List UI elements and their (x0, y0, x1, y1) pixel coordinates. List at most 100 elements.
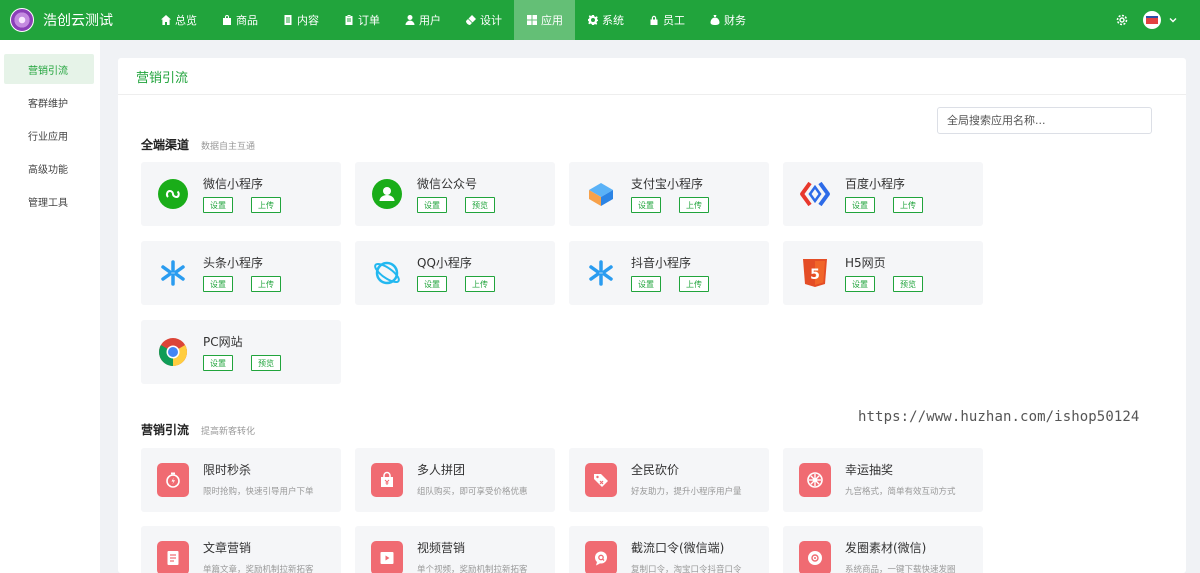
app-card-toutiao-miniprogram[interactable]: 头条小程序 设置 上传 (141, 241, 341, 305)
clipboard-icon (345, 15, 353, 25)
app-card-alipay-miniprogram[interactable]: 支付宝小程序 设置 上传 (569, 162, 769, 226)
nav-item-design[interactable]: 设计 (453, 0, 514, 40)
app-card-qq-miniprogram[interactable]: QQ小程序 设置 上传 (355, 241, 555, 305)
card-name: 文章营销 (203, 541, 252, 555)
preview-button[interactable]: 预览 (465, 197, 495, 213)
card-name: 截流口令(微信端) (631, 541, 725, 555)
nav-label: 财务 (724, 14, 746, 27)
card-name: 头条小程序 (203, 256, 264, 270)
nav-label: 用户 (419, 14, 441, 27)
settings-button[interactable]: 设置 (417, 276, 447, 292)
marketing-card-video[interactable]: 视频营销 单个视频，奖励机制拉新拓客 (355, 526, 555, 573)
marketing-card-lottery[interactable]: 幸运抽奖 九宫格式，简单有效互动方式 (783, 448, 983, 512)
marketing-card-material[interactable]: 发圈素材(微信) 系统商品，一键下载快速发圈 (783, 526, 983, 573)
settings-button[interactable]: 设置 (631, 197, 661, 213)
nav-item-orders[interactable]: 订单 (331, 0, 392, 40)
chrome-icon (157, 336, 189, 368)
card-name: QQ小程序 (417, 256, 472, 270)
marketing-card-article[interactable]: 文章营销 单篇文章，奖励机制拉新拓客 (141, 526, 341, 573)
card-name: 视频营销 (417, 541, 466, 555)
app-card-douyin-miniprogram[interactable]: 抖音小程序 设置 上传 (569, 241, 769, 305)
app-card-pc-website[interactable]: PC网站 设置 预览 (141, 320, 341, 384)
upload-button[interactable]: 上传 (251, 197, 281, 213)
qq-miniprogram-icon (371, 257, 403, 289)
settings-button[interactable]: 设置 (631, 276, 661, 292)
lock-icon (650, 15, 658, 25)
password-icon (585, 541, 617, 573)
nav-item-content[interactable]: 内容 (270, 0, 331, 40)
marketing-card-flash-sale[interactable]: 限时秒杀 限时抢购，快速引导用户下单 (141, 448, 341, 512)
wechat-miniprogram-icon (157, 178, 189, 210)
preview-button[interactable]: 预览 (893, 276, 923, 292)
nav-label: 内容 (297, 14, 319, 27)
upload-button[interactable]: 上传 (465, 276, 495, 292)
gear-icon (588, 15, 598, 25)
marketing-card-bargain[interactable]: 全民砍价 好友助力，提升小程序用户量 (569, 448, 769, 512)
nav-label: 总览 (175, 14, 197, 27)
card-name: 幸运抽奖 (845, 463, 894, 477)
settings-button[interactable]: 设置 (203, 355, 233, 371)
price-tag-icon (585, 463, 617, 497)
upload-button[interactable]: 上传 (679, 276, 709, 292)
nav-label: 应用 (541, 14, 563, 27)
settings-button[interactable]: 设置 (203, 276, 233, 292)
brand[interactable]: 浩创云测试 (10, 6, 113, 34)
upload-button[interactable]: 上传 (251, 276, 281, 292)
marketing-card-group-buy[interactable]: 多人拼团 组队购买，即可享受价格优惠 (355, 448, 555, 512)
app-name: 浩创云测试 (43, 13, 113, 29)
sidebar-item-industry-apps[interactable]: 行业应用 (4, 120, 94, 150)
card-name: 微信公众号 (417, 177, 478, 191)
nav-item-apps[interactable]: 应用 (514, 0, 575, 40)
grid-icon (527, 15, 537, 25)
card-desc: 单篇文章，奖励机制拉新拓客 (203, 565, 314, 573)
user-avatar[interactable] (1143, 11, 1161, 29)
settings-button[interactable]: 设置 (845, 197, 875, 213)
card-name: 限时秒杀 (203, 463, 252, 477)
main-panel: 营销引流 全端渠道 数据自主互通 微信小程序 设置 上传 微信公众号 设置 预览… (118, 58, 1186, 573)
marketing-card-password[interactable]: 截流口令(微信端) 复制口令，淘宝口令抖音口令 (569, 526, 769, 573)
nav-item-staff[interactable]: 员工 (636, 0, 697, 40)
lottery-icon (799, 463, 831, 497)
card-name: PC网站 (203, 335, 243, 349)
wechat-official-account-icon (371, 178, 403, 210)
app-card-wechat-official-account[interactable]: 微信公众号 设置 预览 (355, 162, 555, 226)
settings-gear-icon[interactable] (1115, 13, 1129, 27)
sidebar-item-marketing[interactable]: 营销引流 (4, 54, 94, 84)
chevron-down-icon[interactable] (1168, 15, 1178, 25)
section-subtitle: 提高新客转化 (201, 427, 256, 437)
page-title: 营销引流 (118, 58, 1186, 95)
douyin-miniprogram-icon (585, 257, 617, 289)
sidebar-item-management-tools[interactable]: 管理工具 (4, 186, 94, 216)
app-card-baidu-miniprogram[interactable]: 百度小程序 设置 上传 (783, 162, 983, 226)
app-card-wechat-miniprogram[interactable]: 微信小程序 设置 上传 (141, 162, 341, 226)
settings-button[interactable]: 设置 (845, 276, 875, 292)
nav-label: 订单 (358, 14, 380, 27)
preview-button[interactable]: 预览 (251, 355, 281, 371)
settings-button[interactable]: 设置 (203, 197, 233, 213)
nav-label: 设计 (480, 14, 502, 27)
app-card-h5[interactable]: 5 H5网页 设置 预览 (783, 241, 983, 305)
card-desc: 好友助力，提升小程序用户量 (631, 487, 742, 497)
upload-button[interactable]: 上传 (893, 197, 923, 213)
top-right-tools (1115, 0, 1178, 40)
card-desc: 系统商品，一键下载快速发圈 (845, 565, 956, 573)
document-icon (284, 15, 292, 25)
nav-item-overview[interactable]: 总览 (148, 0, 209, 40)
card-name: 多人拼团 (417, 463, 466, 477)
settings-button[interactable]: 设置 (417, 197, 447, 213)
search-input[interactable] (937, 107, 1152, 134)
nav-item-system[interactable]: 系统 (575, 0, 636, 40)
alipay-miniprogram-icon (585, 178, 617, 210)
nav-item-finance[interactable]: 财务 (697, 0, 758, 40)
nav-item-goods[interactable]: 商品 (209, 0, 270, 40)
material-icon (799, 541, 831, 573)
card-name: 发圈素材(微信) (845, 541, 927, 555)
sidebar-item-advanced[interactable]: 高级功能 (4, 153, 94, 183)
upload-button[interactable]: 上传 (679, 197, 709, 213)
card-name: 百度小程序 (845, 177, 906, 191)
sidebar-item-customer-maintenance[interactable]: 客群维护 (4, 87, 94, 117)
nav-item-users[interactable]: 用户 (392, 0, 453, 40)
card-desc: 九宫格式，简单有效互动方式 (845, 487, 956, 497)
card-name: 微信小程序 (203, 177, 264, 191)
nav-label: 商品 (236, 14, 258, 27)
